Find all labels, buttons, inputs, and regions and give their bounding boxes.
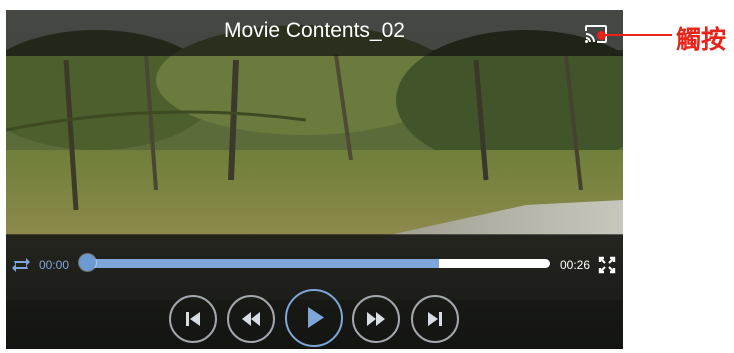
title-bar: Movie Contents_02 <box>6 10 623 56</box>
seek-handle[interactable] <box>79 254 96 271</box>
rewind-icon <box>242 312 260 326</box>
skip-next-icon <box>428 312 442 326</box>
seek-bar-progress <box>88 259 440 268</box>
skip-next-button[interactable] <box>411 295 459 343</box>
total-time: 00:26 <box>560 258 591 272</box>
annotation-label: 觸按 <box>676 25 727 54</box>
video-player[interactable]: Movie Contents_02 00:00 00:26 <box>6 10 623 349</box>
fast-forward-button[interactable] <box>352 295 400 343</box>
fast-forward-icon <box>367 312 385 326</box>
current-time: 00:00 <box>39 258 70 272</box>
skip-previous-icon <box>186 312 200 326</box>
video-title: Movie Contents_02 <box>224 19 405 42</box>
fullscreen-icon[interactable] <box>598 256 616 274</box>
skip-previous-button[interactable] <box>169 295 217 343</box>
play-button[interactable] <box>285 289 343 347</box>
play-icon <box>308 307 324 328</box>
seek-bar[interactable] <box>88 259 550 268</box>
rewind-button[interactable] <box>227 295 275 343</box>
repeat-icon[interactable] <box>9 254 33 276</box>
annotation-callout-line <box>604 34 672 36</box>
